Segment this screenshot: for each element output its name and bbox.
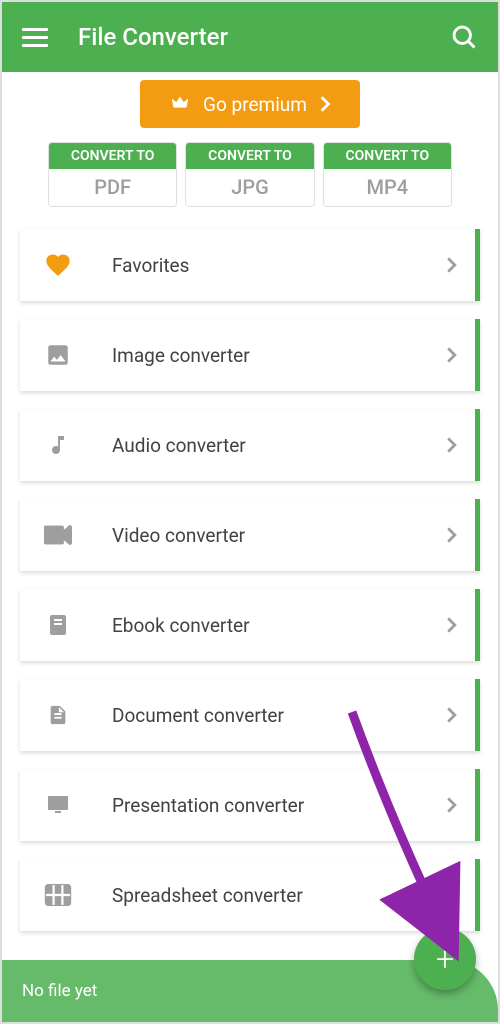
spreadsheet-icon <box>40 884 76 906</box>
crown-icon <box>169 93 191 115</box>
menu-icon[interactable] <box>22 28 48 47</box>
converter-list: Favorites Image converter Audio converte… <box>2 219 498 931</box>
chevron-right-icon <box>446 706 457 724</box>
format-card-jpg[interactable]: CONVERT TO JPG <box>185 142 314 207</box>
converter-label: Video converter <box>112 524 446 547</box>
premium-banner[interactable]: Go premium <box>140 80 360 128</box>
converter-label: Image converter <box>112 344 446 367</box>
premium-label: Go premium <box>203 93 307 116</box>
chevron-right-icon <box>446 526 457 544</box>
search-icon[interactable] <box>450 23 478 51</box>
list-item-presentation[interactable]: Presentation converter <box>20 769 480 841</box>
list-item-spreadsheet[interactable]: Spreadsheet converter <box>20 859 480 931</box>
list-item-image[interactable]: Image converter <box>20 319 480 391</box>
converter-label: Audio converter <box>112 434 446 457</box>
music-icon <box>40 431 76 459</box>
chevron-right-icon <box>446 436 457 454</box>
status-text: No file yet <box>22 981 97 1001</box>
chevron-right-icon <box>446 796 457 814</box>
video-icon <box>40 525 76 545</box>
chevron-right-icon <box>319 95 331 113</box>
converter-label: Presentation converter <box>112 794 446 817</box>
image-icon <box>40 342 76 368</box>
heart-icon <box>40 251 76 279</box>
converter-label: Favorites <box>112 254 446 277</box>
format-card-mp4[interactable]: CONVERT TO MP4 <box>323 142 452 207</box>
presentation-icon <box>40 793 76 817</box>
chevron-right-icon <box>446 886 457 904</box>
list-item-video[interactable]: Video converter <box>20 499 480 571</box>
format-card-pdf[interactable]: CONVERT TO PDF <box>48 142 177 207</box>
list-item-audio[interactable]: Audio converter <box>20 409 480 481</box>
chevron-right-icon <box>446 256 457 274</box>
app-title: File Converter <box>78 23 420 51</box>
add-file-fab[interactable]: + <box>414 928 476 990</box>
document-icon <box>40 701 76 729</box>
app-header: File Converter <box>2 2 498 72</box>
chevron-right-icon <box>446 346 457 364</box>
list-item-ebook[interactable]: Ebook converter <box>20 589 480 661</box>
format-cards-row: CONVERT TO PDF CONVERT TO JPG CONVERT TO… <box>2 142 498 219</box>
plus-icon: + <box>436 943 454 975</box>
chevron-right-icon <box>446 616 457 634</box>
converter-label: Ebook converter <box>112 614 446 637</box>
converter-label: Spreadsheet converter <box>112 884 446 907</box>
converter-label: Document converter <box>112 704 446 727</box>
ebook-icon <box>40 612 76 638</box>
list-item-document[interactable]: Document converter <box>20 679 480 751</box>
list-item-favorites[interactable]: Favorites <box>20 229 480 301</box>
